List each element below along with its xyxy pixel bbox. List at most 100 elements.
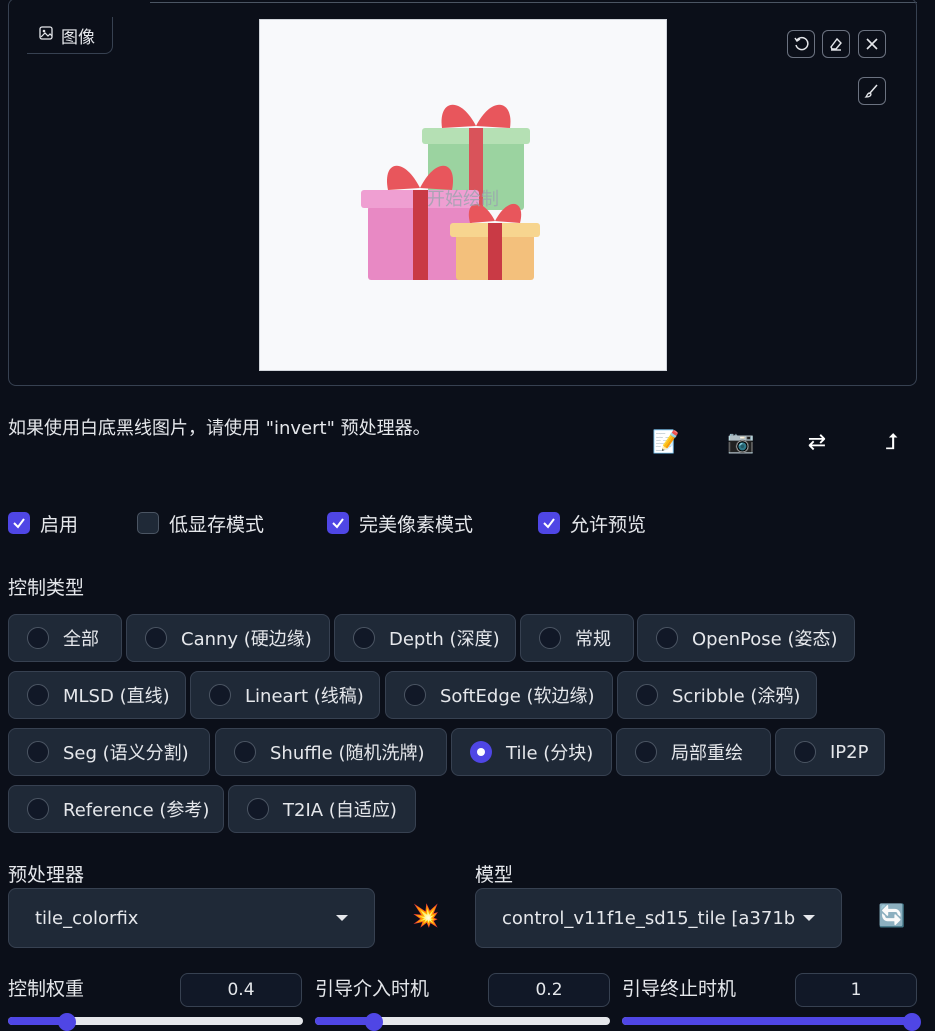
control-type-tile[interactable]: Tile (分块) bbox=[451, 728, 612, 776]
control-type-softedge[interactable]: SoftEdge (软边缘) bbox=[385, 671, 613, 719]
chevron-down-icon bbox=[336, 915, 348, 921]
option-label: Lineart (线稿) bbox=[245, 686, 364, 707]
chevron-down-icon bbox=[803, 915, 815, 921]
image-tab-text: 图像 bbox=[61, 27, 95, 48]
option-label: OpenPose (姿态) bbox=[692, 629, 838, 650]
option-label: IP2P bbox=[830, 741, 869, 763]
undo-button[interactable] bbox=[787, 30, 815, 58]
brush-icon bbox=[864, 84, 878, 98]
radio-icon bbox=[27, 684, 49, 706]
model-dropdown[interactable]: control_v11f1e_sd15_tile [a371b bbox=[475, 888, 842, 948]
radio-icon bbox=[27, 627, 49, 649]
option-label: Scribble (涂鸦) bbox=[672, 686, 801, 707]
refresh-icon: 🔄 bbox=[878, 904, 906, 929]
guidance-end-label: 引导终止时机 bbox=[622, 978, 737, 1000]
control-type-normal[interactable]: 常规 bbox=[520, 614, 634, 662]
option-label: MLSD (直线) bbox=[63, 686, 170, 707]
pixel-perfect-checkbox[interactable]: 完美像素模式 bbox=[327, 509, 473, 537]
slider-thumb[interactable] bbox=[365, 1013, 383, 1031]
swap-size-button[interactable]: ⇄ bbox=[799, 424, 835, 460]
control-weight-input[interactable]: 0.4 bbox=[180, 973, 302, 1007]
control-type-lineart[interactable]: Lineart (线稿) bbox=[190, 671, 380, 719]
checkbox-empty-icon bbox=[137, 512, 159, 534]
checkmark-icon bbox=[327, 512, 349, 534]
radio-icon bbox=[209, 684, 231, 706]
clear-button[interactable] bbox=[858, 30, 886, 58]
arrow-up-icon: ⮥ bbox=[885, 429, 899, 455]
slider-thumb[interactable] bbox=[58, 1013, 76, 1031]
model-value: control_v11f1e_sd15_tile [a371b bbox=[502, 907, 796, 929]
control-weight-label: 控制权重 bbox=[8, 978, 85, 1000]
lowvram-checkbox[interactable]: 低显存模式 bbox=[137, 509, 264, 537]
guidance-start-input[interactable]: 0.2 bbox=[488, 973, 610, 1007]
control-type-depth[interactable]: Depth (深度) bbox=[334, 614, 516, 662]
control-type-all[interactable]: 全部 bbox=[8, 614, 122, 662]
radio-icon bbox=[404, 684, 426, 706]
option-label: 局部重绘 bbox=[671, 743, 743, 764]
allow-preview-label: 允许预览 bbox=[570, 513, 647, 536]
option-label: Tile (分块) bbox=[506, 743, 594, 764]
option-label: SoftEdge (软边缘) bbox=[440, 686, 595, 707]
allow-preview-checkbox[interactable]: 允许预览 bbox=[538, 509, 646, 537]
memo-icon: 📝 bbox=[652, 429, 680, 455]
eraser-icon bbox=[830, 37, 842, 51]
webcam-button[interactable]: 📷 bbox=[723, 424, 759, 460]
image-tab-label: 图像 bbox=[27, 17, 113, 54]
control-type-t2ia[interactable]: T2IA (自适应) bbox=[228, 785, 416, 833]
slider-thumb[interactable] bbox=[903, 1013, 921, 1031]
send-dimensions-button[interactable]: ⮥ bbox=[874, 424, 910, 460]
swap-arrows-icon: ⇄ bbox=[807, 429, 827, 455]
radio-icon bbox=[656, 627, 678, 649]
enable-checkbox[interactable]: 启用 bbox=[8, 509, 78, 537]
option-label: Shuffle (随机洗牌) bbox=[270, 743, 425, 764]
control-type-ip2p[interactable]: IP2P bbox=[775, 728, 885, 776]
eraser-button[interactable] bbox=[822, 30, 850, 58]
guidance-end-input[interactable]: 1 bbox=[795, 973, 917, 1007]
radio-icon bbox=[27, 741, 49, 763]
lowvram-label: 低显存模式 bbox=[169, 513, 265, 536]
radio-icon bbox=[145, 627, 167, 649]
control-type-canny[interactable]: Canny (硬边缘) bbox=[126, 614, 330, 662]
control-type-mlsd[interactable]: MLSD (直线) bbox=[8, 671, 186, 719]
checkmark-icon bbox=[8, 512, 30, 534]
brush-button[interactable] bbox=[858, 77, 886, 105]
undo-icon bbox=[794, 36, 809, 51]
radio-icon bbox=[234, 741, 256, 763]
radio-icon bbox=[794, 741, 816, 763]
invert-hint-text: 如果使用白底黑线图片，请使用 "invert" 预处理器。 bbox=[8, 418, 431, 439]
radio-icon bbox=[27, 798, 49, 820]
sketch-canvas[interactable]: 开始绘制 bbox=[259, 19, 667, 371]
radio-icon bbox=[353, 627, 375, 649]
pixel-perfect-label: 完美像素模式 bbox=[359, 513, 474, 536]
model-label: 模型 bbox=[475, 864, 514, 886]
preprocessor-value: tile_colorfix bbox=[35, 907, 139, 929]
control-type-openpose[interactable]: OpenPose (姿态) bbox=[637, 614, 855, 662]
refresh-models-button[interactable]: 🔄 bbox=[878, 904, 905, 929]
radio-icon bbox=[635, 741, 657, 763]
radio-selected-icon bbox=[470, 741, 492, 763]
radio-icon bbox=[539, 627, 561, 649]
control-type-seg[interactable]: Seg (语义分割) bbox=[8, 728, 210, 776]
option-label: T2IA (自适应) bbox=[283, 800, 397, 821]
enable-label: 启用 bbox=[40, 513, 79, 536]
image-icon bbox=[39, 25, 53, 45]
control-type-inpaint[interactable]: 局部重绘 bbox=[616, 728, 771, 776]
option-label: 常规 bbox=[575, 629, 611, 650]
control-type-label: 控制类型 bbox=[8, 577, 85, 599]
new-canvas-button[interactable]: 📝 bbox=[648, 424, 684, 460]
control-type-scribble[interactable]: Scribble (涂鸦) bbox=[617, 671, 817, 719]
guidance-start-label: 引导介入时机 bbox=[315, 978, 430, 1000]
option-label: Canny (硬边缘) bbox=[181, 629, 312, 650]
option-label: Depth (深度) bbox=[389, 629, 500, 650]
control-type-reference[interactable]: Reference (参考) bbox=[8, 785, 224, 833]
canvas-hint: 开始绘制 bbox=[427, 189, 499, 210]
control-type-shuffle[interactable]: Shuffle (随机洗牌) bbox=[215, 728, 447, 776]
checkmark-icon bbox=[538, 512, 560, 534]
option-label: Reference (参考) bbox=[63, 800, 210, 821]
run-preprocessor-button[interactable]: 💥 bbox=[412, 904, 439, 929]
preprocessor-dropdown[interactable]: tile_colorfix bbox=[8, 888, 375, 948]
close-icon bbox=[866, 38, 878, 50]
option-label: 全部 bbox=[63, 629, 99, 650]
preprocessor-label: 预处理器 bbox=[8, 864, 85, 886]
option-label: Seg (语义分割) bbox=[63, 743, 189, 764]
